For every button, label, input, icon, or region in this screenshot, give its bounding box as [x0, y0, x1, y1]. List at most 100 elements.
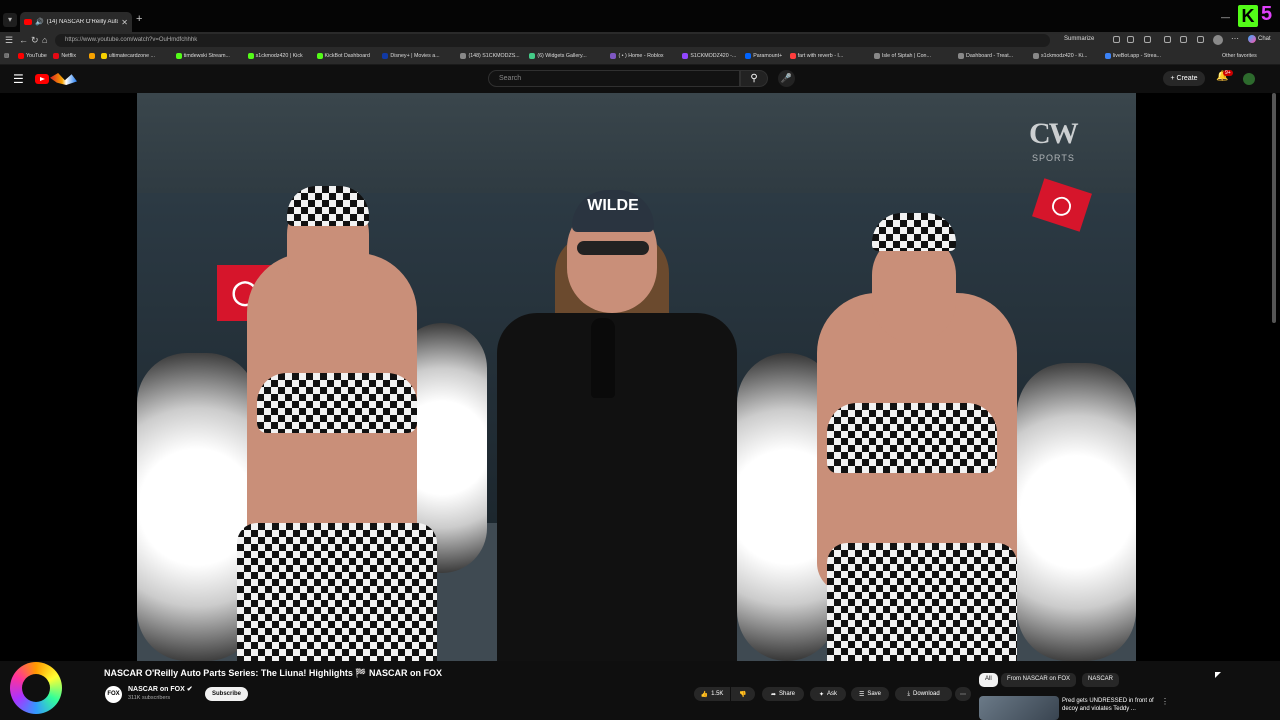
bookmark-item[interactable]: (148) S1CKMODZS... [460, 53, 520, 59]
microphone-icon[interactable]: 🎤 [778, 70, 795, 87]
cw-sports-watermark-sub: SPORTS [1032, 153, 1075, 163]
bookmark-item[interactable]: s1ckmodz420 | Kick [247, 53, 303, 59]
youtube-logo[interactable] [35, 73, 77, 85]
bookmark-item[interactable]: s1ckmodz420 - Ki... [1033, 53, 1088, 59]
like-button[interactable]: 👍 1.5K [694, 687, 730, 701]
copilot-button[interactable]: Chat [1248, 35, 1271, 43]
microphone-prop [591, 318, 615, 398]
download-icon[interactable] [1197, 36, 1204, 43]
refresh-icon[interactable]: ↻ [31, 35, 39, 46]
favorites-icon[interactable] [1180, 36, 1187, 43]
bookmark-item[interactable]: ultimatecardzone ... [100, 53, 155, 59]
browser-toolbar: ☰ ← ↻ ⌂ https://www.youtube.com/watch?v=… [0, 32, 1280, 49]
chip-nascar[interactable]: NASCAR [1082, 673, 1120, 687]
dislike-button[interactable]: 👎 [731, 687, 755, 701]
bookmarks-bar: ▧ YouTube Netflix ultimatecardzone ... timd… [0, 49, 1280, 65]
reader-mode-icon[interactable] [1113, 36, 1120, 43]
channel-avatar[interactable]: FOX [105, 686, 122, 703]
youtube-play-icon [35, 74, 49, 84]
create-button[interactable]: + Create [1163, 71, 1205, 86]
bookmark-label: YouTube [26, 53, 47, 59]
more-actions-button[interactable]: ⋯ [955, 687, 971, 701]
search-input[interactable]: Search [488, 70, 740, 87]
page-scrollbar[interactable] [1272, 93, 1276, 323]
download-button[interactable]: ⤓ Download [895, 687, 952, 701]
bookmark-item[interactable] [88, 53, 97, 59]
tab-title: (14) NASCAR O'Reilly Auto Pa [46, 19, 119, 25]
bookmark-favicon-icon [789, 53, 796, 59]
save-button[interactable]: ☰ Save [851, 687, 889, 701]
bookmark-item[interactable]: Dashboard - Treat... [958, 53, 1013, 59]
summarize-button[interactable]: Summarize [1064, 36, 1094, 42]
bookmark-favicon-icon [1033, 53, 1039, 59]
address-bar[interactable]: https://www.youtube.com/watch?v=OuHmdfch… [55, 34, 1050, 47]
minimize-window-button[interactable]: — [1221, 12, 1230, 22]
chip-from-channel[interactable]: From NASCAR on FOX [1001, 673, 1077, 687]
channel-name[interactable]: NASCAR on FOX ✔ [128, 685, 193, 693]
active-tab[interactable]: 🔊 (14) NASCAR O'Reilly Auto Pa ✕ [20, 12, 132, 32]
channel-name-text: NASCAR on FOX [128, 686, 185, 693]
tab-list-button[interactable]: ▾ [3, 13, 17, 27]
bookmark-label: ultimatecardzone ... [108, 53, 155, 59]
performer-left-skirt [237, 523, 437, 661]
bookmark-item[interactable]: Disney+ | Movies a... [382, 53, 440, 59]
video-player[interactable]: ◯ ◯ CW SPORTS WILDE [0, 93, 1280, 661]
bookmark-label: liveBot.app - Strea... [1112, 53, 1161, 59]
other-favorites[interactable]: Other favorites [1222, 53, 1257, 59]
bookmark-item[interactable]: fart with reverb - I... [789, 53, 844, 59]
account-avatar[interactable] [1243, 73, 1255, 85]
recommendation-menu-icon[interactable]: ⋮ [1161, 697, 1169, 706]
browser-menu-icon[interactable]: ⋯ [1231, 34, 1239, 43]
performer-right-top [827, 403, 997, 473]
recommendation-title[interactable]: Pred gets UNDRESSED in front of decoy an… [1062, 697, 1158, 713]
video-frame[interactable]: ◯ ◯ CW SPORTS WILDE [137, 93, 1136, 661]
bookmark-item[interactable]: timdewski Stream... [175, 53, 230, 59]
bookmark-label: fart with reverb - I... [797, 53, 844, 59]
mouse-cursor [1215, 672, 1221, 678]
bookmark-item[interactable]: ( • ) Home - Roblox [610, 53, 664, 59]
sidebar-toggle-icon[interactable]: ☰ [5, 35, 13, 46]
bookmark-item[interactable]: Paramount+ [745, 53, 782, 59]
new-tab-button[interactable]: + [136, 13, 142, 25]
extensions-icon[interactable] [1144, 36, 1151, 43]
host-shirt [497, 313, 737, 661]
audio-playing-icon[interactable]: 🔊 [35, 18, 44, 26]
hamburger-menu-icon[interactable]: ☰ [13, 72, 24, 86]
close-tab-icon[interactable]: ✕ [121, 18, 128, 27]
bookmark-item[interactable]: (6) Widgets Gallery... [529, 53, 587, 59]
ask-button[interactable]: ✦ Ask [810, 687, 846, 701]
bookmark-item[interactable]: S1CKMODZ420 -... [682, 53, 736, 59]
subscribe-button[interactable]: Subscribe [205, 687, 248, 701]
bookmark-favicon-icon [247, 53, 254, 59]
performer-right-hat [872, 213, 956, 251]
bookmark-label: timdewski Stream... [183, 53, 230, 59]
home-icon[interactable]: ⌂ [42, 35, 47, 45]
search-icon[interactable]: ⚲ [740, 70, 768, 87]
bookmark-favicon-icon [18, 53, 24, 59]
favorites-app-icon[interactable]: ▧ [4, 53, 9, 59]
bookmark-label: ( • ) Home - Roblox [618, 53, 664, 59]
back-icon[interactable]: ← [19, 35, 28, 45]
bookmark-item[interactable]: Netflix [53, 53, 76, 59]
bookmark-label: Dashboard - Treat... [966, 53, 1014, 59]
share-button[interactable]: ➦ Share [762, 687, 804, 701]
bookmark-favicon-icon [88, 53, 95, 59]
bookmark-label: s1ckmodz420 - Ki... [1041, 53, 1088, 59]
chip-all[interactable]: All [979, 673, 998, 687]
split-screen-icon[interactable] [1164, 36, 1171, 43]
bookmark-item[interactable]: liveBot.app - Strea... [1104, 53, 1161, 59]
bookmark-label: (6) Widgets Gallery... [537, 53, 587, 59]
profile-avatar[interactable] [1213, 35, 1223, 45]
bookmark-favicon-icon [873, 53, 880, 59]
bookmark-favicon-icon [529, 53, 536, 59]
bookmark-item[interactable]: YouTube [18, 53, 47, 59]
bookmark-label: Paramount+ [753, 53, 783, 59]
bookmark-item[interactable]: KickBot Dashboard [316, 53, 370, 59]
kick-logo-overlay: K [1238, 5, 1258, 27]
bookmark-label: (148) S1CKMODZS... [468, 53, 520, 59]
bookmark-label: S1CKMODZ420 -... [690, 53, 737, 59]
recommendation-thumbnail[interactable] [979, 696, 1059, 720]
bookmark-item[interactable]: Isle of Siptah | Con... [873, 53, 931, 59]
favorite-star-icon[interactable] [1127, 36, 1134, 43]
bookmark-favicon-icon [610, 53, 617, 59]
